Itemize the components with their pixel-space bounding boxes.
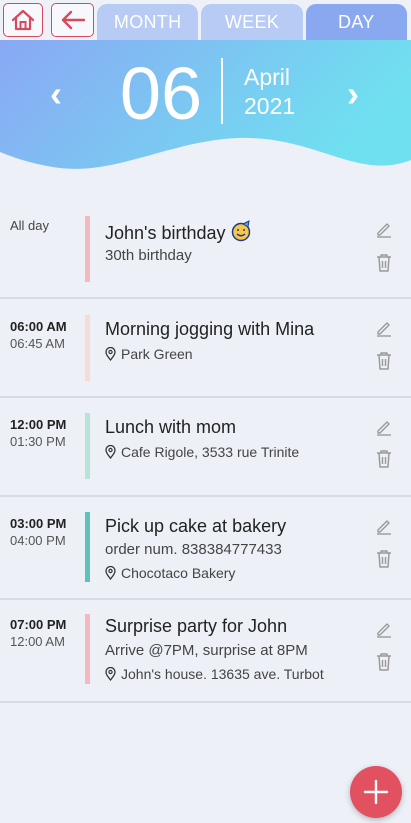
event-color-bar: [85, 512, 90, 582]
edit-button[interactable]: [373, 416, 395, 438]
party-face-icon: [230, 220, 252, 247]
event-title: John's birthday: [105, 220, 252, 247]
tab-day[interactable]: DAY: [305, 4, 407, 40]
event-end-time: 12:00 AM: [10, 634, 65, 649]
event-location: Chocotaco Bakery: [105, 565, 235, 581]
trash-icon: [377, 450, 391, 468]
event-item[interactable]: 03:00 PM 04:00 PM Pick up cake at bakery…: [0, 497, 411, 600]
event-item[interactable]: All day John's birthday 30th birthday: [0, 196, 411, 299]
home-icon: [11, 9, 35, 31]
event-start-time: 03:00 PM: [10, 516, 67, 531]
all-day-label: All day: [10, 218, 50, 233]
event-item[interactable]: 12:00 PM 01:30 PM Lunch with mom Cafe Ri…: [0, 398, 411, 497]
day-number: 06: [119, 52, 203, 135]
pencil-icon: [377, 520, 391, 535]
header-divider: [221, 58, 223, 124]
event-title: Lunch with mom: [105, 417, 237, 437]
location-pin-icon: [105, 566, 116, 580]
event-location: John's house. 13635 ave. Turbot: [105, 666, 324, 682]
view-tabs: MONTH WEEK DAY: [97, 4, 407, 40]
arrow-left-icon: [61, 10, 85, 30]
tab-month[interactable]: MONTH: [97, 4, 199, 40]
event-end-time: 06:45 AM: [10, 336, 65, 351]
event-subtitle: 30th birthday: [105, 247, 192, 264]
event-color-bar: [85, 413, 90, 479]
next-day-button[interactable]: ›: [347, 74, 359, 114]
pencil-icon: [377, 421, 391, 436]
delete-button[interactable]: [373, 651, 395, 673]
tab-week[interactable]: WEEK: [201, 4, 303, 40]
top-bar: MONTH WEEK DAY: [0, 0, 411, 40]
event-color-bar: [85, 315, 90, 381]
month-label: April: [244, 64, 291, 90]
location-pin-icon: [105, 347, 116, 361]
prev-day-button[interactable]: ‹: [50, 74, 62, 114]
event-start-time: 07:00 PM: [10, 617, 67, 632]
event-list: All day John's birthday 30th birthday 06…: [0, 196, 411, 703]
event-end-time: 04:00 PM: [10, 533, 66, 548]
event-color-bar: [85, 216, 90, 282]
year-label: 2021: [244, 93, 296, 119]
delete-button[interactable]: [373, 252, 395, 274]
event-location: Cafe Rigole, 3533 rue Trinite: [105, 444, 299, 460]
event-end-time: 01:30 PM: [10, 434, 66, 449]
home-button[interactable]: [3, 3, 43, 37]
event-start-time: 06:00 AM: [10, 319, 67, 334]
event-subtitle: order num. 838384777433: [105, 541, 282, 558]
delete-button[interactable]: [373, 448, 395, 470]
plus-icon: [363, 779, 389, 805]
location-pin-icon: [105, 445, 116, 459]
edit-button[interactable]: [373, 218, 395, 240]
delete-button[interactable]: [373, 350, 395, 372]
edit-button[interactable]: [373, 515, 395, 537]
event-title: Pick up cake at bakery: [105, 516, 287, 536]
trash-icon: [377, 352, 391, 370]
add-event-button[interactable]: [350, 766, 402, 818]
delete-button[interactable]: [373, 548, 395, 570]
event-start-time: 12:00 PM: [10, 417, 67, 432]
edit-button[interactable]: [373, 618, 395, 640]
event-title: Morning jogging with Mina: [105, 319, 315, 339]
edit-button[interactable]: [373, 317, 395, 339]
location-pin-icon: [105, 667, 116, 681]
pencil-icon: [377, 223, 391, 238]
event-color-bar: [85, 614, 90, 684]
event-item[interactable]: 07:00 PM 12:00 AM Surprise party for Joh…: [0, 600, 411, 703]
event-subtitle: Arrive @7PM, surprise at 8PM: [105, 642, 308, 659]
event-location: Park Green: [105, 346, 193, 362]
trash-icon: [377, 254, 391, 272]
event-item[interactable]: 06:00 AM 06:45 AM Morning jogging with M…: [0, 299, 411, 398]
trash-icon: [377, 550, 391, 568]
pencil-icon: [377, 322, 391, 337]
trash-icon: [377, 653, 391, 671]
event-title: Surprise party for John: [105, 616, 288, 636]
pencil-icon: [377, 623, 391, 638]
back-button[interactable]: [51, 3, 94, 37]
